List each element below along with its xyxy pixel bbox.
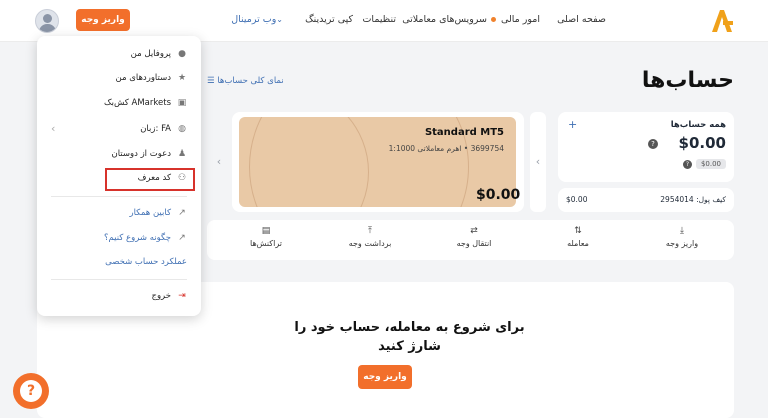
info-small-icon[interactable]: ? [683, 160, 692, 169]
action-deposit[interactable]: ⤓ واریز وجه [647, 226, 717, 248]
chevron-left-icon-menu[interactable]: ‹ [51, 122, 55, 135]
trade-icon: ⇅ [574, 226, 582, 236]
divider [51, 196, 187, 197]
nav-finance[interactable]: امور مالی [501, 14, 540, 25]
globe-icon: ◍ [178, 124, 186, 134]
slider-prev-button[interactable]: ‹ [530, 112, 546, 212]
menu-item-language[interactable]: زبان: FA ◍ [140, 124, 187, 134]
action-transactions[interactable]: ▤ تراکنش‌ها [231, 226, 301, 248]
menu-item-cashback[interactable]: کش‌بک AMarkets ▣ [104, 98, 187, 108]
action-trade[interactable]: ⇅ معامله [543, 226, 613, 248]
wallet-amount: $0.00 [566, 195, 588, 204]
empty-deposit-button[interactable]: واریز وجه [358, 365, 412, 389]
mt5-card-banner[interactable]: Standard MT5 3699754 • اهرم معاملاتی 1:1… [239, 117, 516, 207]
list-icon: ☰ [207, 76, 215, 86]
mt5-title: Standard MT5 [424, 127, 504, 138]
external-link-icon: ↗ [178, 233, 186, 243]
help-button[interactable]: ? [13, 373, 49, 409]
avatar-head-icon [43, 14, 52, 23]
add-account-button[interactable]: + [568, 118, 577, 131]
mt5-account-card[interactable]: Standard MT5 3699754 • اهرم معاملاتی 1:1… [232, 112, 524, 212]
mt5-subtitle: 3699754 • اهرم معاملاتی 1:1000 [388, 144, 504, 153]
external-link-icon: ↗ [178, 208, 186, 218]
gift-icon: ▣ [177, 98, 187, 108]
header-deposit-button[interactable]: واریز وجه [76, 9, 130, 31]
user-icon: ● [178, 49, 186, 59]
empty-state-message: برای شروع به معامله، حساب خود را شارژ کن… [294, 320, 525, 354]
action-withdraw[interactable]: ⤒ برداشت وجه [335, 226, 405, 248]
logout-icon: ⇥ [178, 291, 186, 301]
nav-settings[interactable]: تنظیمات [362, 14, 396, 25]
accounts-overview-link[interactable]: ☰ نمای کلی حساب‌ها [207, 76, 284, 86]
menu-item-invite[interactable]: دعوت از دوستان ♟ [111, 149, 187, 159]
nav-copy-trading[interactable]: کپی تریدینگ [305, 14, 353, 25]
menu-item-logout[interactable]: خروج ⇥ [151, 291, 187, 301]
menu-item-achievements[interactable]: دستاوردهای من ★ [115, 73, 187, 83]
divider [51, 279, 187, 280]
avatar[interactable] [35, 9, 59, 33]
transfer-icon: ⇄ [470, 226, 478, 236]
info-icon[interactable]: ? [648, 139, 658, 149]
chevron-left-icon-2: ‹ [216, 155, 222, 168]
nav-web-terminal[interactable]: وب ترمینال⌄ [231, 14, 287, 25]
sub-balance-badge: $0.00 [695, 159, 726, 169]
account-actions: ⤓ واریز وجه ⇅ معامله ⇄ انتقال وجه ⤒ برداشت و… [207, 220, 734, 260]
amarkets-logo-icon[interactable] [710, 8, 734, 34]
wallet-label: کیف پول: 2954014 [660, 195, 726, 204]
menu-link-how-to-start[interactable]: چگونه شروع کنیم؟ ↗ [104, 233, 187, 243]
wallet-card[interactable]: کیف پول: 2954014 $0.00 [558, 188, 734, 212]
slider-next-button[interactable]: ‹ [211, 112, 227, 212]
all-accounts-balance: $0.00 [678, 134, 726, 152]
chevron-down-icon: ⌄ [276, 15, 283, 24]
notification-dot-icon [491, 17, 496, 22]
menu-item-profile[interactable]: پروفایل من ● [131, 49, 187, 59]
question-icon: ? [20, 380, 42, 402]
referral-code-highlight [105, 168, 195, 191]
star-icon: ★ [177, 73, 187, 83]
add-user-icon: ♟ [177, 149, 187, 159]
avatar-body-icon [39, 24, 56, 32]
menu-link-partner-cabinet[interactable]: کابین همکار ↗ [129, 208, 187, 218]
nav-home[interactable]: صفحه اصلی [557, 14, 606, 25]
nav-trading-services[interactable]: سرویس‌های معاملاتی [402, 14, 496, 25]
menu-link-performance[interactable]: عملکرد حساب شخصی [105, 257, 187, 267]
page-title: حساب‌ها [641, 68, 734, 93]
upload-icon: ⤒ [368, 226, 372, 236]
all-accounts-title: همه حساب‌ها [670, 120, 726, 130]
mt5-balance: $0.00 [476, 187, 521, 203]
trash-icon: ▤ [261, 226, 271, 236]
action-transfer[interactable]: ⇄ انتقال وجه [439, 226, 509, 248]
chevron-left-icon: ‹ [535, 155, 541, 168]
all-accounts-card[interactable]: همه حساب‌ها + $0.00 ? $0.00 ? [558, 112, 734, 182]
download-icon: ⤓ [680, 226, 684, 236]
